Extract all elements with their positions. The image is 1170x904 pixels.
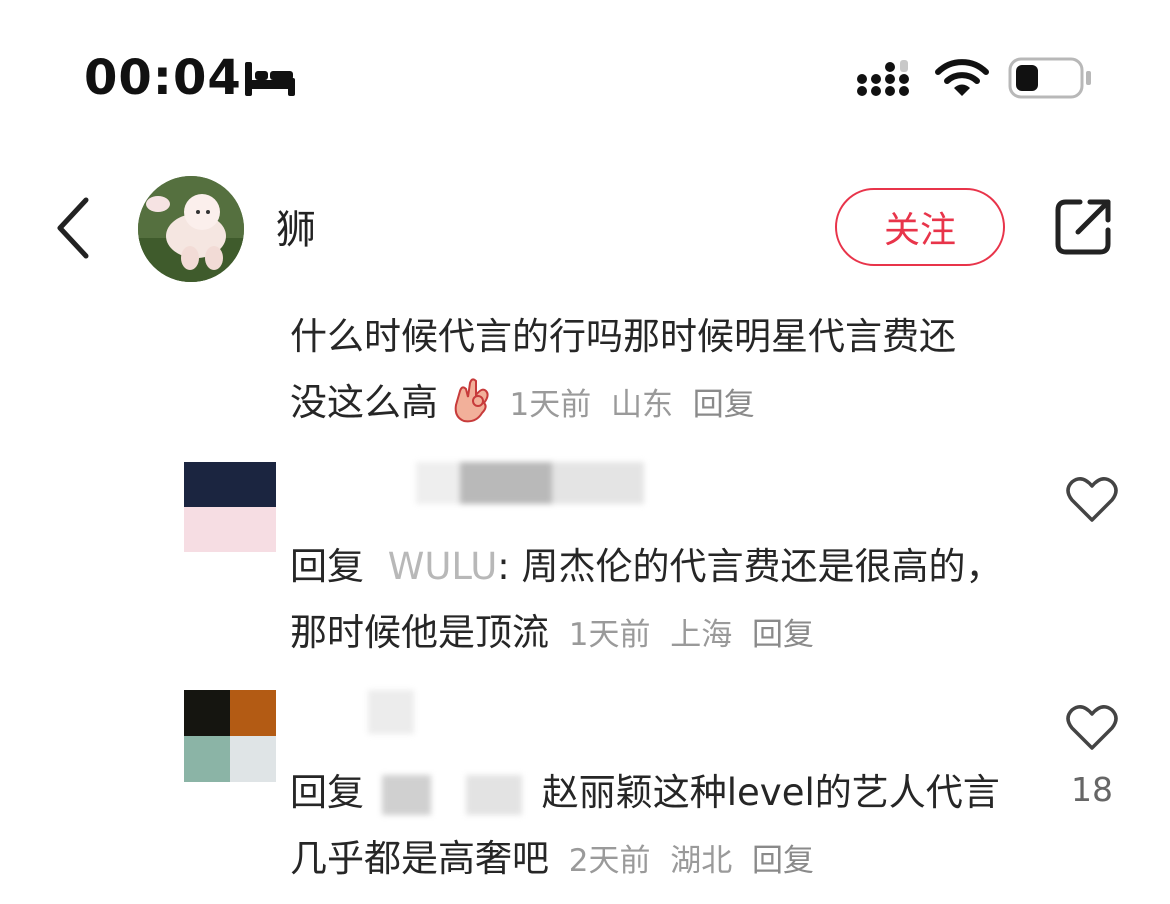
battery-icon [1008, 57, 1091, 99]
main-comment-reply-button[interactable]: 回复 [693, 387, 755, 423]
follow-button[interactable]: 关注 [835, 188, 1005, 266]
reply-location: 湖北 [670, 843, 733, 879]
reply-reply-button[interactable]: 回复 [752, 617, 814, 653]
reply-avatar[interactable] [184, 690, 276, 782]
main-comment-location: 山东 [611, 387, 674, 423]
ok-hand-emoji [454, 378, 489, 423]
main-comment-time: 1天前 [509, 387, 592, 423]
reply-time: 1天前 [568, 617, 651, 653]
like-count: 18 [1071, 770, 1113, 809]
dog-photo [138, 176, 244, 282]
reply-target-name[interactable]: WULU [388, 545, 498, 588]
main-comment[interactable]: 什么时候代言的行吗那时候明星代言费还没这么高 1天前 山东 回复 [290, 304, 990, 438]
reply-comment[interactable]: 回复 赵丽颖这种level的艺人代言几乎都是高奢吧 2天前 湖北 回复 [290, 760, 1010, 894]
cellular-signal-icon [857, 60, 909, 96]
reply-time: 2天前 [568, 843, 651, 879]
reply-location: 上海 [670, 617, 733, 653]
author-avatar[interactable] [138, 176, 244, 282]
wifi-icon [935, 59, 989, 96]
follow-button-label: 关注 [883, 210, 956, 251]
reply-reply-button[interactable]: 回复 [752, 843, 814, 879]
reply-target-redacted [381, 775, 522, 815]
share-icon[interactable] [1052, 196, 1114, 258]
status-time: 00:04 [84, 50, 242, 106]
reply-username-redacted [368, 690, 414, 734]
heart-icon[interactable] [1066, 704, 1118, 752]
heart-icon[interactable] [1066, 476, 1118, 524]
reply-avatar[interactable] [184, 462, 276, 552]
reply-username-redacted [416, 462, 644, 504]
bed-icon [245, 62, 295, 96]
reply-comment[interactable]: 回复 WULU: 周杰伦的代言费还是很高的，那时候他是顶流 1天前 上海 回复 [290, 534, 1010, 668]
reply-prefix: 回复 [290, 545, 364, 588]
author-name[interactable]: 狮 [276, 206, 316, 254]
chevron-left-icon[interactable] [52, 196, 96, 260]
reply-prefix: 回复 [290, 771, 364, 814]
